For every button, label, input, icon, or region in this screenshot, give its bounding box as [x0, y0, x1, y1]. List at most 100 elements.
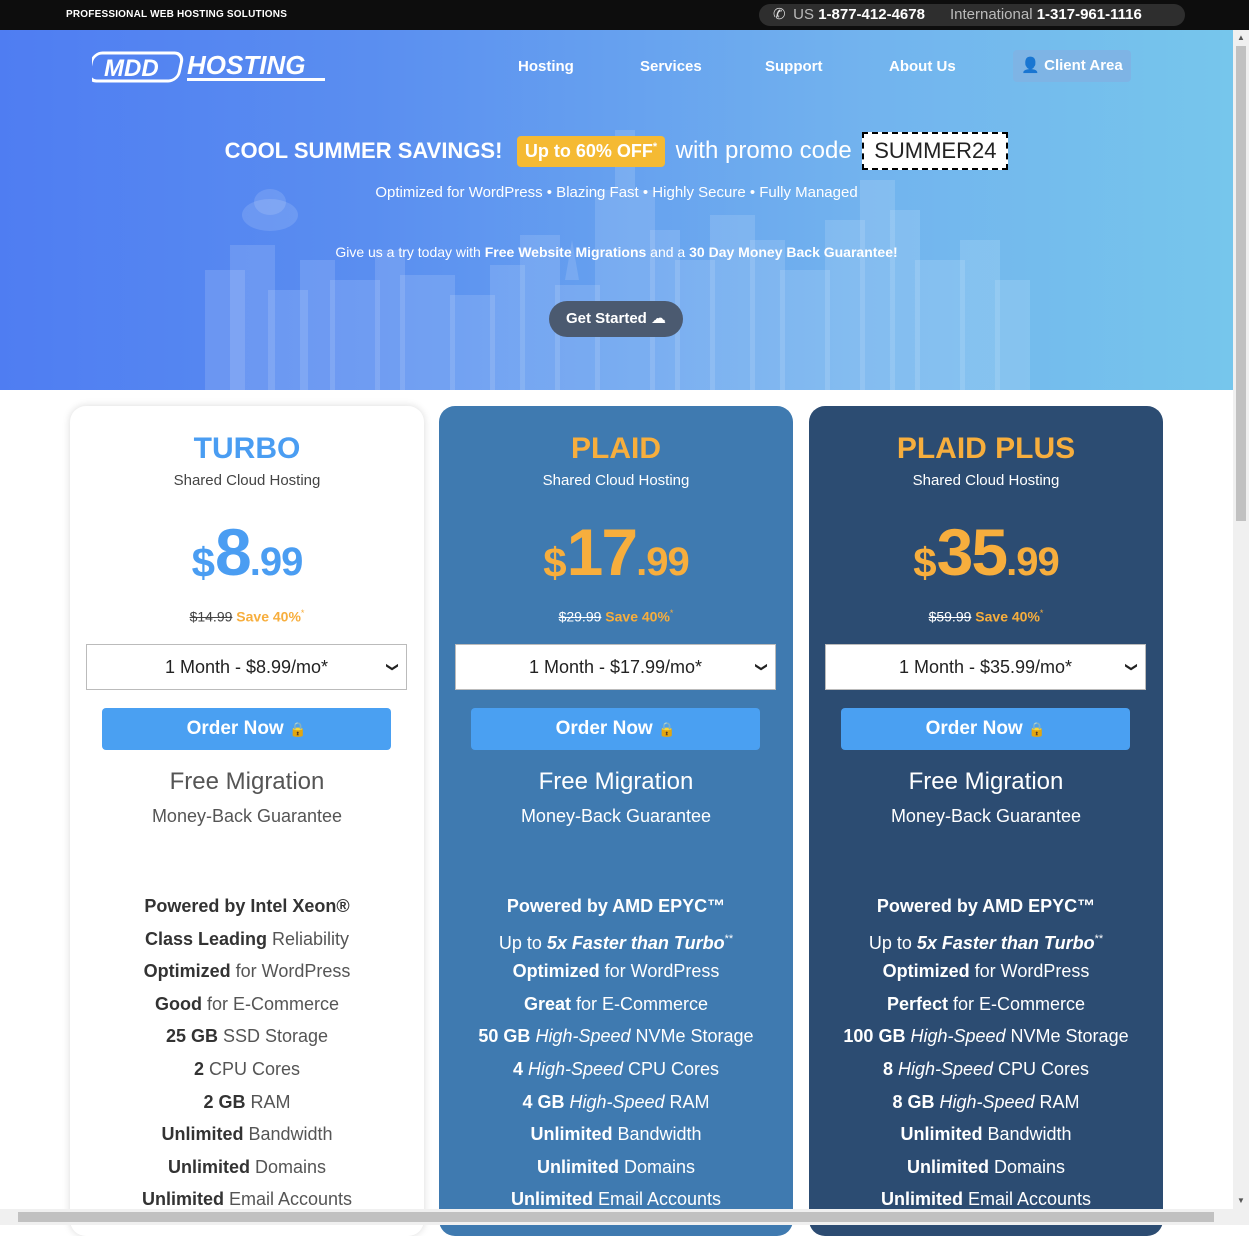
billing-term-select[interactable]: 1 Month - $35.99/mo* ❯: [825, 644, 1146, 690]
vertical-scrollbar[interactable]: ▲ ▼: [1233, 30, 1249, 1209]
feature-list: Powered by AMD EPYC™ Up to 5x Faster than…: [439, 890, 793, 1216]
promo-with-text: with promo code: [675, 137, 852, 164]
money-back-guarantee: Money-Back Guarantee: [890, 806, 1082, 826]
feature-bold: Optimized: [143, 961, 231, 982]
nav-about-us[interactable]: About Us: [889, 58, 956, 75]
feature-italic: High-Speed: [530, 1026, 631, 1047]
order-now-button[interactable]: Order Now 🔒: [471, 708, 760, 750]
nav-support[interactable]: Support: [765, 58, 823, 75]
feature-item: Optimized for WordPress: [809, 955, 1163, 988]
feature-item: 8 High-Speed CPU Cores: [809, 1053, 1163, 1086]
discount-badge: Up to 60% OFF*: [516, 135, 666, 167]
feature-bold: Unlimited: [536, 1156, 619, 1177]
feature-text: Email Accounts: [223, 1189, 353, 1210]
feature-item: 100 GB High-Speed NVMe Storage: [809, 1020, 1163, 1053]
us-phone-link[interactable]: 1-877-412-4678: [818, 6, 925, 23]
old-price: $14.99: [189, 608, 233, 625]
old-price-row: $14.99 Save 40%*: [70, 608, 424, 625]
nav-hosting[interactable]: Hosting: [518, 58, 574, 75]
plan-card-turbo: TURBO Shared Cloud Hosting $8.99 $14.99 Sav…: [70, 406, 424, 1236]
phone-pill: ✆ US 1-877-412-4678 International 1-317-…: [759, 4, 1185, 26]
feature-bold: Powered by AMD EPYC™: [506, 896, 726, 916]
get-started-button[interactable]: Get Started ☁: [549, 301, 683, 337]
plan-price: $17.99: [439, 514, 793, 590]
mddhosting-logo[interactable]: MDD HOSTING: [92, 50, 332, 86]
scroll-down-arrow-icon[interactable]: ▼: [1233, 1193, 1249, 1209]
feature-bold: Unlimited: [161, 1124, 244, 1145]
feature-text: SSD Storage: [217, 1026, 329, 1047]
us-label: US: [793, 6, 815, 23]
feature-item: Unlimited Bandwidth: [809, 1118, 1163, 1151]
feature-item: Unlimited Bandwidth: [70, 1118, 424, 1151]
intl-phone-link[interactable]: 1-317-961-1116: [1037, 6, 1142, 23]
feature-text: for WordPress: [230, 961, 351, 982]
feature-text: CPU Cores: [203, 1058, 301, 1079]
save-mark: *: [669, 608, 674, 618]
scroll-up-arrow-icon[interactable]: ▲: [1233, 30, 1249, 46]
save-text: Save 40%: [975, 608, 1040, 625]
horizontal-scrollbar[interactable]: [0, 1209, 1249, 1225]
order-now-button[interactable]: Order Now 🔒: [102, 708, 391, 750]
order-now-label: Order Now: [186, 718, 284, 739]
cloud-icon: ☁: [651, 310, 667, 327]
feature-item: Great for E-Commerce: [439, 988, 793, 1021]
feature-bold: Unlimited: [141, 1189, 224, 1210]
feature-bold: 50 GB: [478, 1026, 531, 1047]
hero-banner: MDD HOSTING Hosting Services Support Abo…: [0, 30, 1233, 390]
price-cents: .99: [636, 540, 690, 584]
feature-item: Optimized for WordPress: [70, 955, 424, 988]
save-text: Save 40%: [236, 608, 301, 625]
feature-bold: Unlimited: [530, 1124, 613, 1145]
horizontal-scroll-thumb[interactable]: [18, 1212, 1214, 1222]
nav-services[interactable]: Services: [640, 58, 702, 75]
feature-text: NVMe Storage: [630, 1026, 754, 1047]
feature-bold: Unlimited: [900, 1124, 983, 1145]
feature-bold-italic: 5x Faster than Turbo: [546, 932, 725, 953]
feature-item: Good for E-Commerce: [70, 988, 424, 1021]
feature-pre: Up to: [498, 932, 547, 953]
billing-term-select[interactable]: 1 Month - $8.99/mo* ❯: [86, 644, 407, 690]
lock-icon: 🔒: [1027, 721, 1046, 737]
badge-mark: *: [652, 140, 658, 153]
feature-bold: Class Leading: [144, 928, 267, 949]
promo-code[interactable]: SUMMER24: [862, 132, 1009, 170]
billing-term-select[interactable]: 1 Month - $17.99/mo* ❯: [455, 644, 776, 690]
price-currency: $: [191, 539, 216, 586]
plan-name: PLAID PLUS: [896, 432, 1076, 465]
hero-tryline: Give us a try today with Free Website Mi…: [0, 244, 1233, 260]
feature-item: Unlimited Domains: [809, 1151, 1163, 1184]
feature-italic: High-Speed: [905, 1026, 1006, 1047]
order-now-button[interactable]: Order Now 🔒: [841, 708, 1130, 750]
client-area-button[interactable]: 👤 Client Area: [1013, 50, 1131, 82]
feature-text: Reliability: [267, 928, 350, 949]
feature-item: 25 GB SSD Storage: [70, 1020, 424, 1053]
order-now-label: Order Now: [925, 718, 1023, 739]
save-mark: *: [1039, 608, 1044, 618]
feature-bold: Powered by AMD EPYC™: [876, 896, 1096, 916]
feature-item: Optimized for WordPress: [439, 955, 793, 988]
plan-card-plaid: PLAID Shared Cloud Hosting $17.99 $29.99 Sa…: [439, 406, 793, 1236]
feature-text: RAM: [664, 1091, 710, 1112]
plan-price: $8.99: [70, 514, 424, 590]
user-icon: 👤: [1021, 57, 1040, 74]
price-whole: 8: [215, 515, 252, 589]
intl-label: International: [949, 6, 1033, 23]
feature-italic: High-Speed: [934, 1091, 1035, 1112]
feature-text: Domains: [618, 1156, 696, 1177]
feature-text: NVMe Storage: [1005, 1026, 1129, 1047]
feature-text: for E-Commerce: [571, 993, 709, 1014]
price-currency: $: [913, 539, 937, 586]
feature-italic: High-Speed: [564, 1091, 665, 1112]
chevron-down-icon: ❯: [385, 661, 400, 673]
get-started-label: Get Started: [565, 310, 647, 327]
badge-text: Up to 60% OFF: [524, 140, 653, 161]
money-back-guarantee: Money-Back Guarantee: [151, 806, 343, 826]
plan-price: $35.99: [809, 514, 1163, 590]
plan-type: Shared Cloud Hosting: [912, 472, 1060, 489]
try-bold-2: 30 Day Money Back Guarantee!: [689, 244, 898, 260]
billing-term-value: 1 Month - $17.99/mo*: [528, 657, 703, 677]
feature-bold: 4 GB: [522, 1091, 565, 1112]
feature-bold: 2 GB: [203, 1091, 246, 1112]
vertical-scroll-thumb[interactable]: [1236, 46, 1246, 521]
feature-bold: 8: [882, 1058, 893, 1079]
